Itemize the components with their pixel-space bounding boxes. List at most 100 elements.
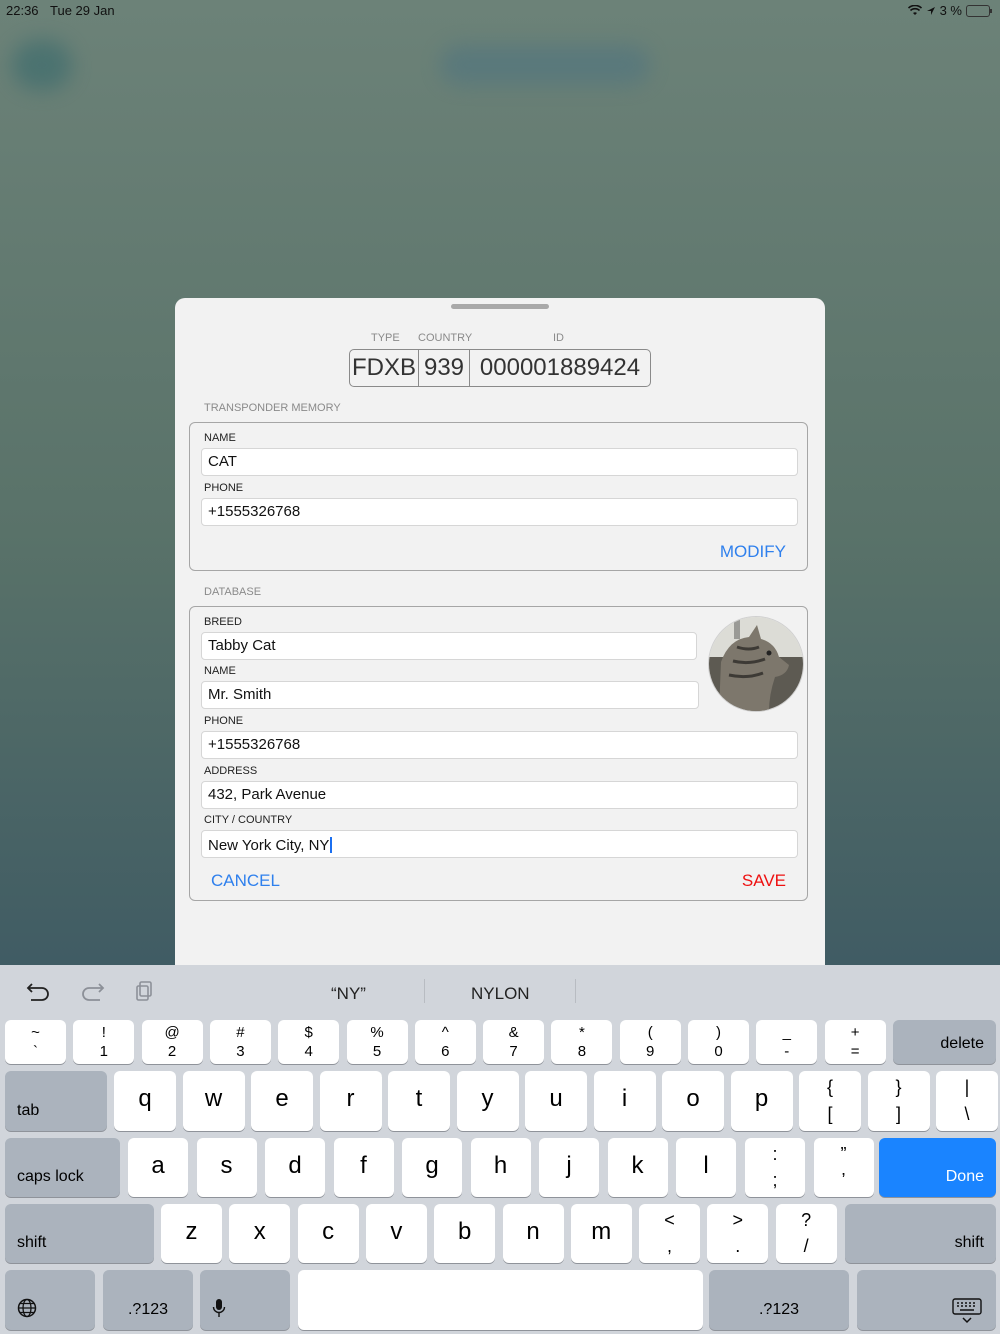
- key-q[interactable]: q: [114, 1071, 176, 1131]
- key-l[interactable]: l: [676, 1138, 736, 1197]
- key-t[interactable]: t: [388, 1071, 450, 1131]
- paste-icon[interactable]: [131, 981, 157, 1001]
- owner-name-field[interactable]: Mr. Smith: [201, 681, 699, 709]
- redo-icon[interactable]: [79, 981, 105, 1001]
- tab-key[interactable]: tab: [5, 1071, 107, 1131]
- key-char: `: [33, 1043, 38, 1060]
- type-label: TYPE: [371, 332, 400, 344]
- key-2[interactable]: @2: [141, 1020, 203, 1064]
- pet-photo[interactable]: [708, 616, 804, 712]
- save-button[interactable]: SAVE: [742, 871, 786, 891]
- key-v[interactable]: v: [365, 1204, 427, 1263]
- db-phone-field[interactable]: +1555326768: [201, 731, 798, 759]
- name-label: NAME: [204, 665, 236, 677]
- address-field[interactable]: 432, Park Avenue: [201, 781, 798, 809]
- dictation-key[interactable]: [200, 1270, 290, 1330]
- key-char: \: [964, 1104, 970, 1124]
- key-=[interactable]: + =: [824, 1020, 886, 1064]
- key-shift-char: _: [782, 1024, 791, 1041]
- key-shift-char: <: [664, 1210, 675, 1230]
- key-9[interactable]: (9: [619, 1020, 681, 1064]
- suggestion-bar: “NY” NYLON: [0, 965, 1000, 1017]
- key-1[interactable]: ! 1: [73, 1020, 135, 1064]
- key-u[interactable]: u: [525, 1071, 587, 1131]
- background-blur-shape: [12, 40, 72, 90]
- transponder-name-field[interactable]: CAT: [201, 448, 798, 476]
- city-country-field[interactable]: New York City, NY: [201, 830, 798, 858]
- status-date: Tue 29 Jan: [50, 3, 115, 18]
- shift-label: shift: [17, 1234, 47, 1251]
- key-symbol[interactable]: :;: [745, 1138, 805, 1197]
- breed-field[interactable]: Tabby Cat: [201, 632, 697, 660]
- country-value: 939: [419, 350, 470, 386]
- key-g[interactable]: g: [402, 1138, 462, 1197]
- key-j[interactable]: j: [539, 1138, 599, 1197]
- key-m[interactable]: m: [570, 1204, 632, 1263]
- key-6[interactable]: ^ 6: [414, 1020, 476, 1064]
- space-bar[interactable]: [298, 1270, 703, 1330]
- numbers-key-right[interactable]: .?123: [709, 1270, 849, 1330]
- key-p[interactable]: p: [730, 1071, 793, 1131]
- caps-lock-key[interactable]: caps lock: [5, 1138, 120, 1197]
- delete-key[interactable]: delete: [893, 1020, 996, 1064]
- key-x[interactable]: x: [229, 1204, 291, 1263]
- key-b[interactable]: b: [434, 1204, 496, 1263]
- key-w[interactable]: w: [182, 1071, 245, 1131]
- key-`[interactable]: ~ `: [5, 1020, 66, 1064]
- undo-icon[interactable]: [26, 981, 52, 1001]
- key-r[interactable]: r: [319, 1071, 382, 1131]
- key-symbol[interactable]: <,: [639, 1204, 700, 1263]
- shift-key-left[interactable]: shift: [5, 1204, 154, 1263]
- key-k[interactable]: k: [607, 1138, 668, 1197]
- key-symbol[interactable]: | \: [936, 1071, 998, 1131]
- key-d[interactable]: d: [265, 1138, 325, 1197]
- suggestion-1[interactable]: “NY”: [331, 984, 366, 1004]
- battery-icon: [966, 4, 992, 17]
- shift-key-right[interactable]: shift: [845, 1204, 996, 1263]
- key-3[interactable]: #3: [209, 1020, 271, 1064]
- key-symbol[interactable]: ”’: [813, 1138, 874, 1197]
- key-char: j: [566, 1152, 572, 1179]
- key-4[interactable]: $4: [278, 1020, 340, 1064]
- key-z[interactable]: z: [161, 1204, 222, 1263]
- key-s[interactable]: s: [196, 1138, 257, 1197]
- breed-label: BREED: [204, 616, 242, 628]
- country-label: COUNTRY: [418, 332, 473, 344]
- key-shift-char: #: [236, 1024, 245, 1041]
- numbers-key-left[interactable]: .?123: [103, 1270, 193, 1330]
- key-o[interactable]: o: [662, 1071, 724, 1131]
- modify-button[interactable]: MODIFY: [720, 542, 786, 562]
- key-char: -: [784, 1043, 790, 1060]
- database-section-label: DATABASE: [204, 586, 262, 598]
- city-country-value: New York City, NY: [208, 837, 330, 854]
- key-8[interactable]: * 8: [551, 1020, 613, 1064]
- key-char: n: [526, 1218, 540, 1245]
- key-shift-char: +: [850, 1024, 860, 1041]
- key-c[interactable]: c: [297, 1204, 359, 1263]
- key--[interactable]: _ -: [756, 1020, 818, 1064]
- key-symbol[interactable]: {[: [799, 1071, 861, 1131]
- key-f[interactable]: f: [333, 1138, 394, 1197]
- key-e[interactable]: e: [251, 1071, 313, 1131]
- key-0[interactable]: ) 0: [688, 1020, 749, 1064]
- key-char: ;: [772, 1170, 778, 1190]
- key-5[interactable]: % 5: [346, 1020, 408, 1064]
- key-i[interactable]: i: [593, 1071, 656, 1131]
- globe-key[interactable]: [5, 1270, 95, 1330]
- key-symbol[interactable]: }]: [867, 1071, 930, 1131]
- key-n[interactable]: n: [502, 1204, 564, 1263]
- key-char: h: [493, 1152, 508, 1179]
- key-7[interactable]: & 7: [483, 1020, 545, 1064]
- sheet-grabber[interactable]: [451, 304, 549, 309]
- suggestion-2[interactable]: NYLON: [471, 984, 530, 1004]
- key-h[interactable]: h: [470, 1138, 531, 1197]
- key-y[interactable]: y: [456, 1071, 519, 1131]
- hide-keyboard-key[interactable]: [857, 1270, 996, 1330]
- key-char: ,: [666, 1236, 672, 1256]
- key-a[interactable]: a: [128, 1138, 188, 1197]
- key-symbol[interactable]: ? /: [775, 1204, 837, 1263]
- transponder-phone-field[interactable]: +1555326768: [201, 498, 798, 526]
- cancel-button[interactable]: CANCEL: [211, 871, 280, 891]
- key-symbol[interactable]: >.: [707, 1204, 769, 1263]
- done-key[interactable]: Done: [879, 1138, 996, 1197]
